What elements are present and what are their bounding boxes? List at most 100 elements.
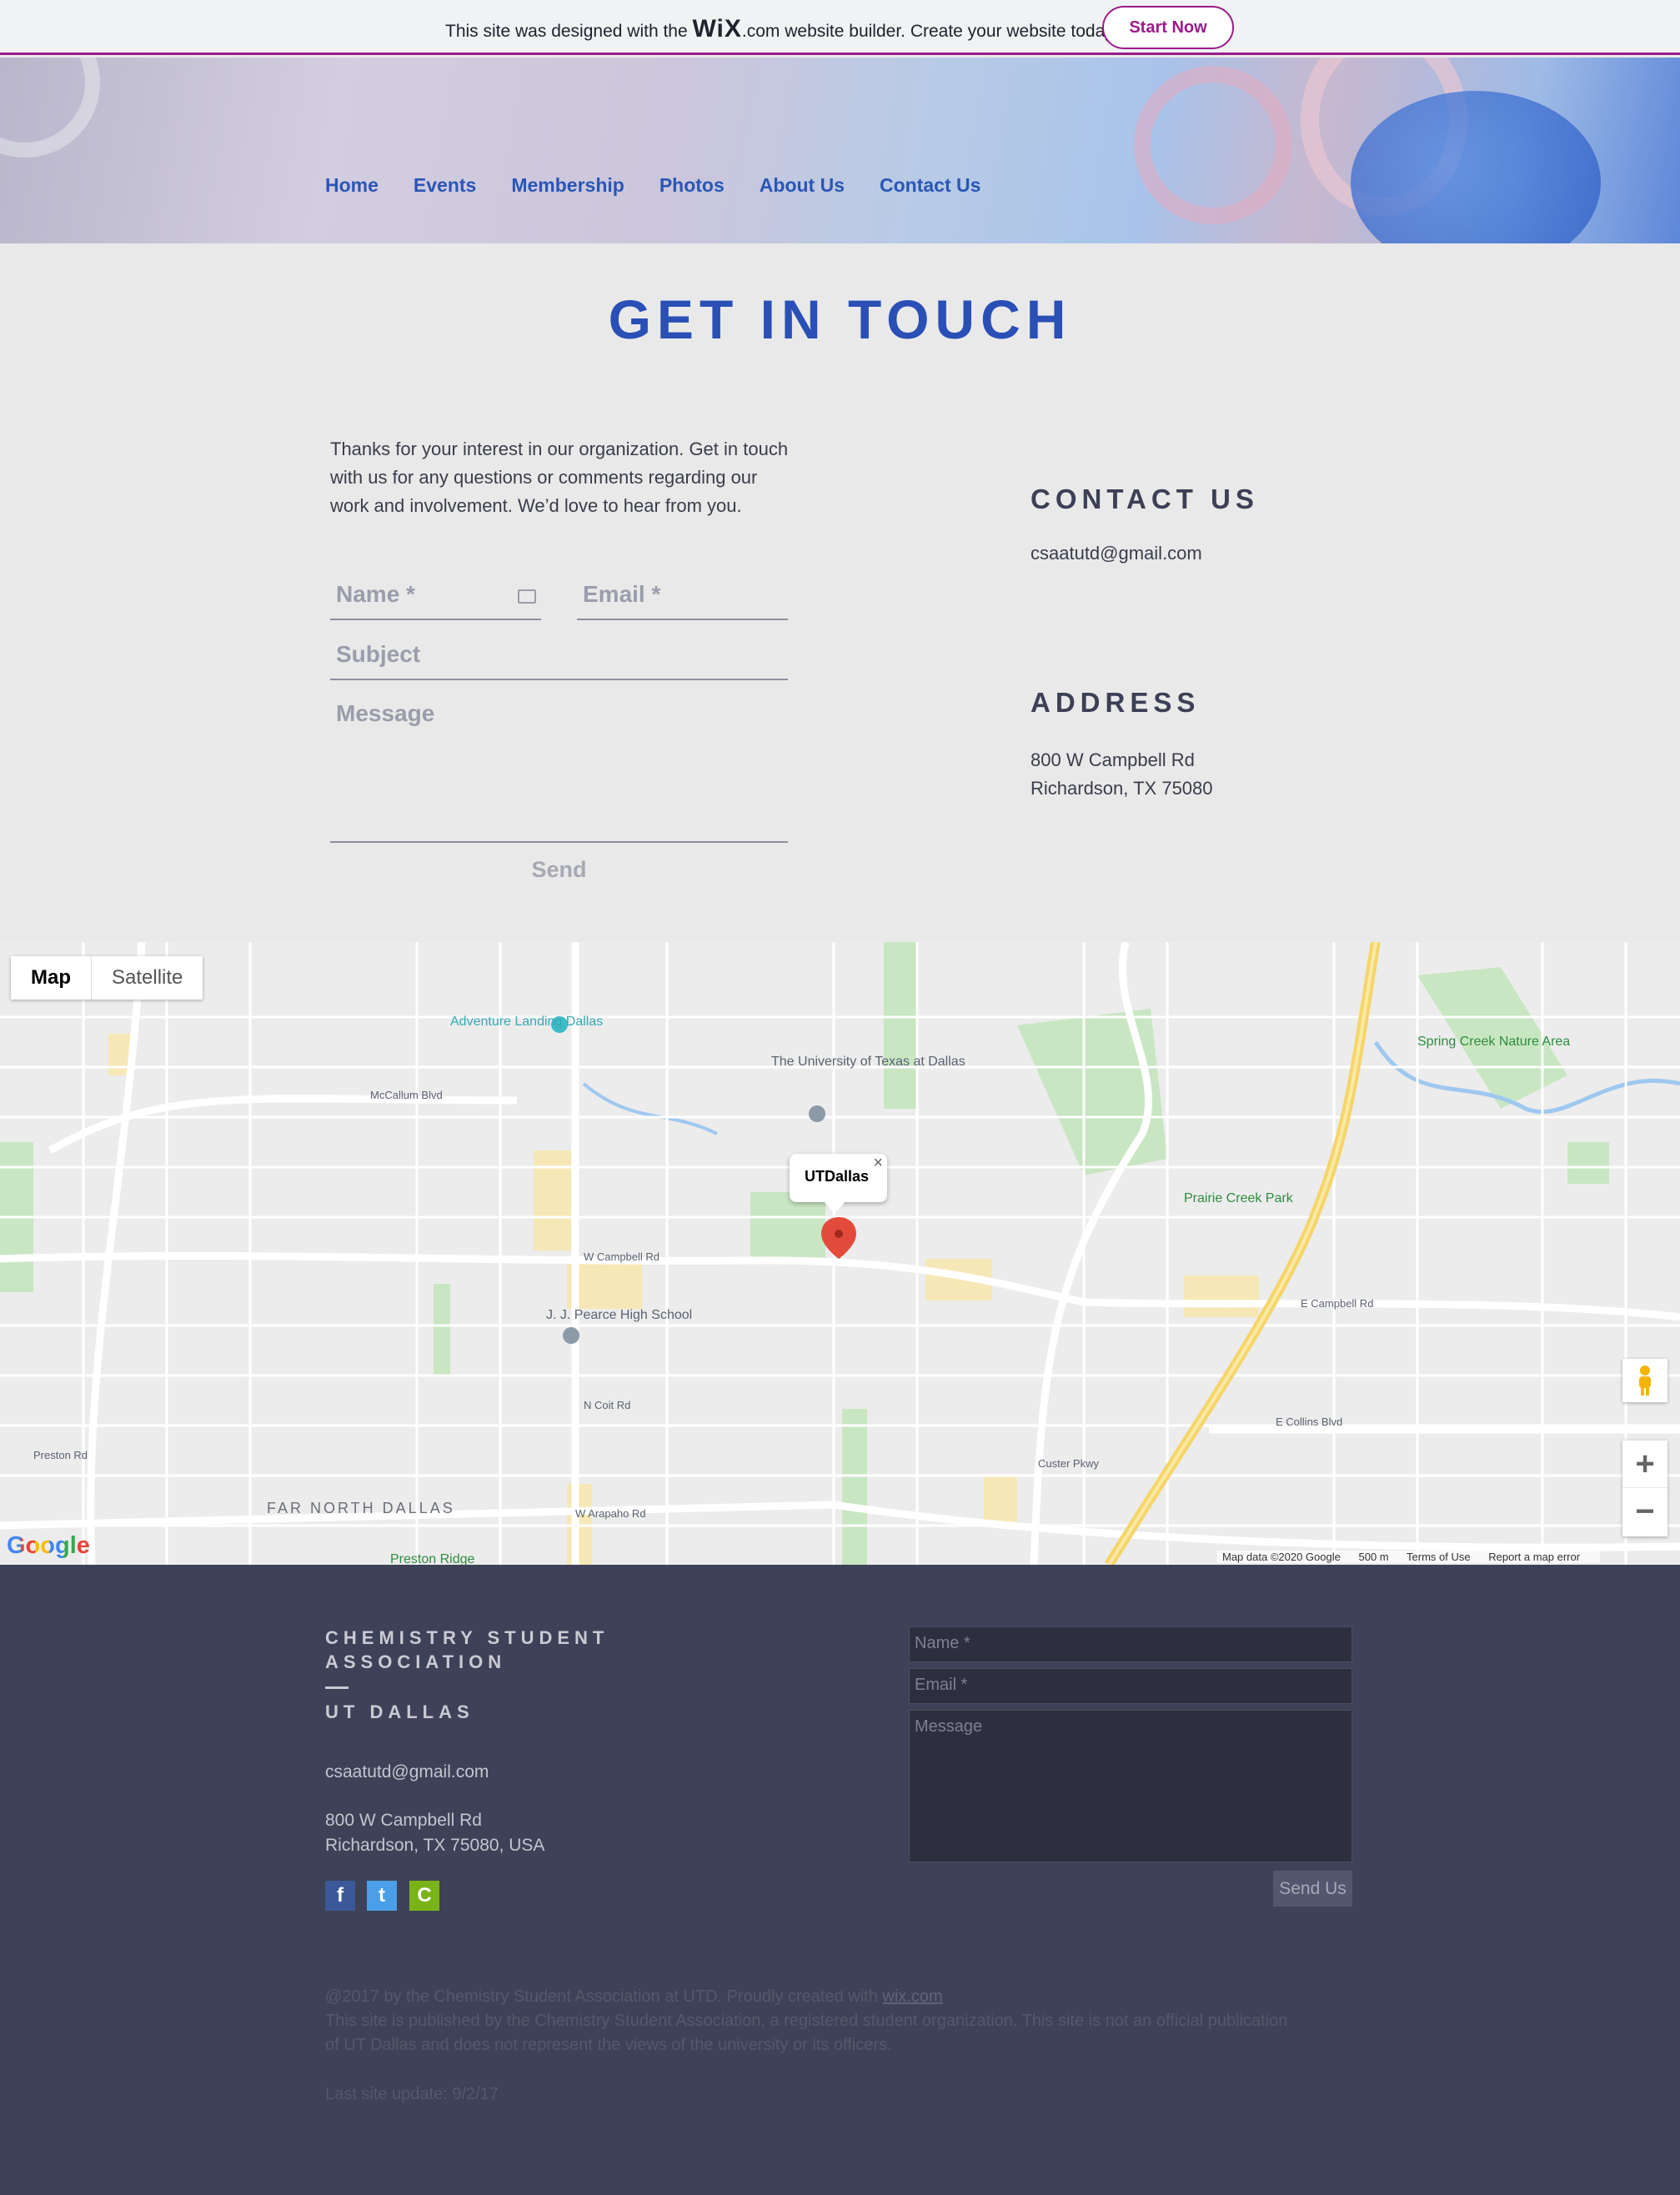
footer-name-placeholder: Name * [915, 1634, 970, 1652]
label-adventure: Adventure Landing Dallas [450, 1015, 603, 1029]
zoom-out-button[interactable]: − [1622, 1488, 1667, 1536]
label-far-north: FAR NORTH DALLAS [267, 1500, 455, 1516]
label-arapaho: W Arapaho Rd [575, 1507, 646, 1520]
contact-card-icon [518, 589, 536, 604]
road-campbell [0, 1252, 1680, 1321]
creek [582, 1082, 718, 1135]
footer-org-name-line1: CHEMISTRY STUDENT [325, 1627, 609, 1648]
map-report-link[interactable]: Report a map error [1488, 1551, 1580, 1563]
info-window-label: UTDallas [805, 1168, 870, 1185]
twitter-icon[interactable]: t [367, 1881, 397, 1911]
main-nav: Home Events Membership Photos About Us C… [325, 174, 1016, 197]
nav-item-about-us[interactable]: About Us [760, 174, 845, 197]
email-field[interactable]: Email * [577, 581, 788, 620]
place-marker [809, 1105, 825, 1122]
page-title: GET IN TOUCH [608, 288, 1072, 350]
header-decor-ring [1134, 66, 1292, 224]
footer-org-name-line2: ASSOCIATION [325, 1651, 507, 1672]
zoom-in-button[interactable]: + [1622, 1441, 1667, 1488]
label-e-campbell: E Campbell Rd [1301, 1297, 1373, 1310]
wix-logo[interactable]: WiX [692, 15, 741, 43]
wix-text-after: .com website builder. Create your websit… [741, 22, 1118, 41]
map-type-satellite-button[interactable]: Satellite [92, 956, 203, 1000]
nav-item-photos[interactable]: Photos [659, 174, 725, 197]
header-banner: Home Events Membership Photos About Us C… [0, 58, 1680, 243]
place-marker [563, 1327, 579, 1344]
street-view-pegman-icon[interactable] [1622, 1359, 1667, 1402]
label-pearce: J. J. Pearce High School [546, 1308, 692, 1322]
map-canvas: The University of Texas at Dallas Advent… [0, 942, 1680, 1565]
park-area [750, 1192, 825, 1259]
send-button[interactable]: Send [330, 857, 788, 883]
location-pin-dot [835, 1230, 843, 1238]
pegman-figure [1639, 1366, 1651, 1396]
facebook-icon[interactable]: f [325, 1881, 355, 1911]
label-spring-creek: Spring Creek Nature Area [1417, 1035, 1570, 1049]
footer-disclaimer-line1: This site is published by the Chemistry … [325, 2012, 1288, 2030]
google-logo[interactable]: Google [7, 1532, 90, 1560]
nav-item-events[interactable]: Events [414, 174, 476, 197]
header-decor-ring [0, 58, 100, 158]
label-utd: The University of Texas at Dallas [771, 1055, 965, 1069]
nav-item-home[interactable]: Home [325, 174, 379, 197]
footer-divider [325, 1686, 349, 1689]
footer-email[interactable]: csaatutd@gmail.com [325, 1762, 489, 1782]
start-now-button[interactable]: Start Now [1102, 6, 1234, 49]
name-placeholder: Name * [336, 581, 415, 607]
footer [0, 1565, 1680, 2195]
footer-email-input[interactable]: Email * [909, 1668, 1352, 1704]
close-icon[interactable]: × [873, 1154, 883, 1173]
contact-email[interactable]: csaatutd@gmail.com [1031, 543, 1202, 564]
map-scale[interactable]: 500 m [1358, 1551, 1388, 1563]
nav-item-contact-us[interactable]: Contact Us [880, 174, 980, 197]
address-line-2: Richardson, TX 75080 [1031, 778, 1213, 799]
map-attribution: Map data ©2020 Google [1222, 1551, 1341, 1563]
commercial-area [1184, 1275, 1259, 1317]
contact-us-heading: CONTACT US [1031, 484, 1259, 514]
footer-name-input[interactable]: Name * [909, 1626, 1352, 1662]
ratemyprofessor-icon[interactable]: C [409, 1881, 439, 1911]
commercial-area [984, 1476, 1017, 1526]
label-coit: N Coit Rd [584, 1399, 630, 1411]
label-prairie: Prairie Creek Park [1184, 1191, 1294, 1205]
footer-org-name-line3: UT DALLAS [325, 1701, 474, 1722]
footer-send-button[interactable]: Send Us [1273, 1871, 1352, 1907]
footer-message-input[interactable]: Message [909, 1710, 1352, 1862]
label-preston-ridge: Preston Ridge [390, 1552, 474, 1565]
footer-address-line2: Richardson, TX 75080, USA [325, 1836, 545, 1855]
map-type-control: Map Satellite [11, 956, 203, 1000]
wix-text-before: This site was designed with the [445, 22, 693, 41]
footer-email-placeholder: Email * [915, 1676, 968, 1694]
park-area [1567, 1142, 1609, 1184]
wix-promo-text: This site was designed with the WiX.com … [445, 15, 1117, 43]
message-field[interactable]: Message [330, 700, 788, 843]
wix-promo-banner: This site was designed with the WiX.com … [0, 0, 1680, 55]
park-area [434, 1284, 450, 1376]
copyright-text: @2017 by the Chemistry Student Associati… [325, 1987, 883, 2006]
name-field[interactable]: Name * [330, 581, 541, 620]
zoom-control: + − [1622, 1441, 1667, 1536]
intro-text: Thanks for your interest in our organiza… [330, 438, 789, 516]
footer-disclaimer-line2: of UT Dallas and does not represent the … [325, 2036, 892, 2054]
wix-link[interactable]: wix.com [882, 1987, 942, 2006]
subject-field[interactable]: Subject [330, 641, 788, 680]
footer-address-line1: 800 W Campbell Rd [325, 1811, 482, 1830]
label-mccallum: McCallum Blvd [370, 1089, 443, 1101]
label-campbell: W Campbell Rd [584, 1250, 659, 1263]
message-placeholder: Message [336, 700, 435, 726]
footer-last-update: Last site update: 9/2/17 [325, 2085, 499, 2103]
map-terms-link[interactable]: Terms of Use [1407, 1551, 1471, 1563]
google-map[interactable]: The University of Texas at Dallas Advent… [0, 942, 1680, 1565]
map-attribution-bar: Map data ©2020 Google 500 m Terms of Use… [1217, 1551, 1601, 1563]
label-preston: Preston Rd [33, 1449, 88, 1461]
info-window-tail [823, 1200, 846, 1214]
map-info-window: UTDallas × [790, 1154, 887, 1202]
label-collins: E Collins Blvd [1276, 1416, 1342, 1428]
park-area [842, 1409, 867, 1565]
address-heading: ADDRESS [1031, 687, 1201, 718]
footer-message-placeholder: Message [915, 1717, 983, 1736]
nav-item-membership[interactable]: Membership [511, 174, 624, 197]
park-area [884, 942, 917, 1109]
map-type-map-button[interactable]: Map [11, 956, 92, 1000]
address-line-1: 800 W Campbell Rd [1031, 749, 1195, 770]
